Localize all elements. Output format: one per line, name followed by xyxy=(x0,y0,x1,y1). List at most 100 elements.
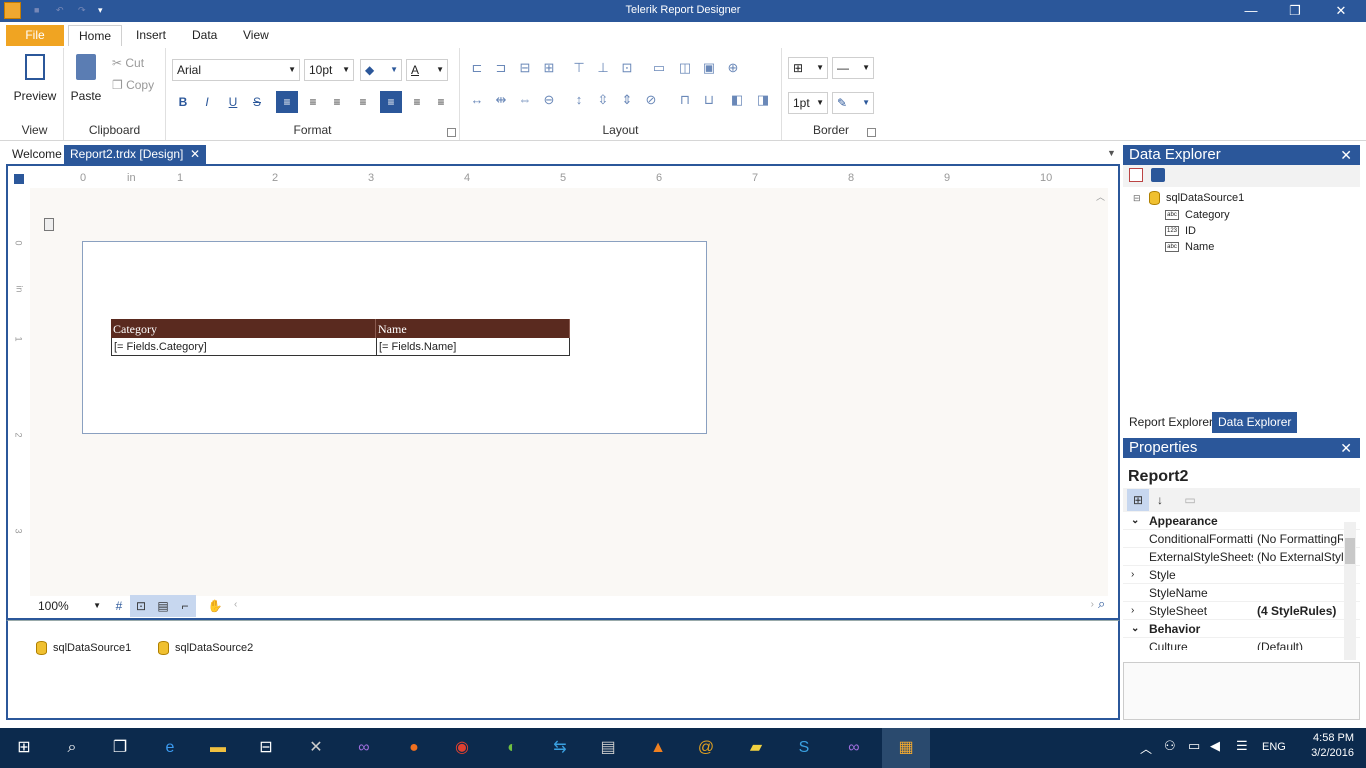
property-value[interactable]: (4 StyleRules) xyxy=(1257,602,1343,620)
edit-expressions-icon[interactable] xyxy=(1129,168,1143,182)
design-canvas[interactable]: Category Name [= Fields.Category] [= Fie… xyxy=(30,188,1108,596)
fill-color-button[interactable]: ◆ ▼ xyxy=(360,59,402,81)
bring-front-icon[interactable]: ◫ xyxy=(674,58,696,80)
tree-node-field[interactable]: 123 ID xyxy=(1165,225,1196,237)
language-indicator[interactable]: ENG xyxy=(1262,741,1286,753)
teamviewer-icon[interactable]: ⇆ xyxy=(548,736,572,760)
font-size-combo[interactable]: 10pt ▼ xyxy=(304,59,354,81)
tab-data-explorer[interactable]: Data Explorer xyxy=(1212,412,1298,433)
underline-button[interactable]: U xyxy=(222,91,244,113)
align-center-button[interactable]: ≡ xyxy=(302,91,324,113)
decrease-v-spacing-icon[interactable]: ⇕ xyxy=(616,90,638,112)
send-backward-icon[interactable]: ◨ xyxy=(752,90,774,112)
maximize-button[interactable]: ❐ xyxy=(1272,0,1318,22)
report-page[interactable]: Category Name [= Fields.Category] [= Fie… xyxy=(82,241,707,434)
tab-view[interactable]: View xyxy=(233,25,279,46)
close-button[interactable]: ✕ xyxy=(1318,0,1364,22)
property-row[interactable]: › StyleSheet (4 StyleRules) xyxy=(1123,602,1360,620)
notes-icon[interactable]: ▰ xyxy=(744,736,768,760)
border-width-combo[interactable]: 1pt ▼ xyxy=(788,92,828,114)
border-style-button[interactable]: — ▼ xyxy=(832,57,874,79)
tab-welcome[interactable]: Welcome xyxy=(6,145,68,164)
decrease-h-spacing-icon[interactable]: ⇔ xyxy=(514,90,536,112)
tree-node-datasource[interactable]: sqlDataSource1 xyxy=(1149,191,1244,205)
tab-report-explorer[interactable]: Report Explorer xyxy=(1123,412,1219,433)
close-icon[interactable]: ✕ xyxy=(1340,438,1352,458)
align-rights-icon[interactable]: ⊟ xyxy=(514,58,536,80)
table-header-cell[interactable]: Category xyxy=(111,319,376,338)
scroll-right-icon[interactable]: › xyxy=(1091,599,1094,610)
people-icon[interactable]: ⚇ xyxy=(1164,738,1176,754)
scroll-up-icon[interactable]: ︿ xyxy=(1096,190,1106,203)
align-grid-icon[interactable]: ⊡ xyxy=(616,58,638,80)
scrollbar-thumb[interactable] xyxy=(1345,538,1355,564)
categorized-icon[interactable]: ⊞ xyxy=(1127,489,1149,511)
close-icon[interactable]: ✕ xyxy=(1340,145,1352,165)
expand-chevron-icon[interactable]: › xyxy=(1131,566,1134,584)
property-value[interactable]: (No FormattingR xyxy=(1257,530,1343,548)
size-to-grid-icon[interactable]: ▭ xyxy=(648,58,670,80)
edge-icon[interactable]: e xyxy=(158,736,182,760)
snail-icon[interactable]: @ xyxy=(694,736,718,760)
italic-button[interactable]: I xyxy=(196,91,218,113)
align-centers-icon[interactable]: ⊐ xyxy=(490,58,512,80)
property-category-row[interactable]: ⌄ Behavior xyxy=(1123,620,1360,638)
align-tops-icon[interactable]: ⊞ xyxy=(538,58,560,80)
tab-file[interactable]: File xyxy=(6,25,64,46)
property-value[interactable]: (No ExternalStyle xyxy=(1257,548,1343,566)
data-source-item[interactable]: sqlDataSource1 xyxy=(36,641,131,655)
align-bottom-button[interactable]: ≡ xyxy=(430,91,452,113)
font-family-combo[interactable]: Arial ▼ xyxy=(172,59,300,81)
collapse-chevron-icon[interactable]: ⌄ xyxy=(1131,620,1139,638)
property-row[interactable]: StyleName xyxy=(1123,584,1360,602)
table-header-cell[interactable]: Name xyxy=(376,319,570,338)
property-value[interactable]: (Default) xyxy=(1257,638,1343,650)
tab-data[interactable]: Data xyxy=(182,25,227,46)
file-explorer-icon[interactable]: ▬ xyxy=(206,736,230,760)
section-icon[interactable] xyxy=(44,218,54,231)
preview-button[interactable]: Preview xyxy=(10,54,60,103)
visual-studio-icon[interactable]: ∞ xyxy=(352,736,376,760)
close-icon[interactable]: ✕ xyxy=(190,145,200,164)
select-all-icon[interactable] xyxy=(14,174,24,184)
font-color-button[interactable]: A ▼ xyxy=(406,59,448,81)
vertical-scrollbar[interactable]: ︿ xyxy=(1096,190,1106,590)
tree-node-field[interactable]: abc Category xyxy=(1165,209,1230,221)
align-middle-button[interactable]: ≡ xyxy=(406,91,428,113)
volume-icon[interactable]: ◀ xyxy=(1210,738,1220,754)
clock[interactable]: 4:58 PM 3/2/2016 xyxy=(1298,732,1354,759)
tab-home[interactable]: Home xyxy=(68,25,123,46)
borders-button[interactable]: ⊞ ▼ xyxy=(788,57,828,79)
cut-button[interactable]: ✂ Cut xyxy=(112,56,144,70)
align-right-button[interactable]: ≡ xyxy=(326,91,348,113)
collapse-chevron-icon[interactable]: ⌄ xyxy=(1131,512,1139,530)
tree-node-field[interactable]: abc Name xyxy=(1165,241,1214,253)
bring-forward-icon[interactable]: ◧ xyxy=(726,90,748,112)
remove-v-spacing-icon[interactable]: ⊘ xyxy=(640,90,662,112)
start-icon[interactable]: ⊞ xyxy=(12,736,36,760)
zoom-combo[interactable]: 100% ▼ xyxy=(34,596,104,618)
property-category-row[interactable]: ⌄ Appearance xyxy=(1123,512,1360,530)
snap-to-grid-icon[interactable]: ⊡ xyxy=(130,595,152,617)
horizontal-spacing-icon[interactable]: ↔ xyxy=(466,90,488,112)
chrome-icon[interactable]: ◉ xyxy=(450,736,474,760)
align-lefts-icon[interactable]: ⊏ xyxy=(466,58,488,80)
collapse-icon[interactable]: ⊟ xyxy=(1133,193,1141,204)
vertical-spacing-icon[interactable]: ↕ xyxy=(568,90,590,112)
increase-v-spacing-icon[interactable]: ⇳ xyxy=(592,90,614,112)
tray-up-icon[interactable]: ︿ xyxy=(1140,740,1152,757)
align-top-button[interactable]: ≡ xyxy=(380,91,402,113)
grid-icon[interactable]: # xyxy=(108,595,130,617)
property-row[interactable]: › Style xyxy=(1123,566,1360,584)
zoom-search-icon[interactable]: ⌕ xyxy=(1098,596,1105,612)
remove-h-spacing-icon[interactable]: ⊖ xyxy=(538,90,560,112)
skype-icon[interactable]: S xyxy=(792,736,816,760)
pan-hand-icon[interactable]: ✋ xyxy=(204,595,226,617)
rulers-icon[interactable]: ⌐ xyxy=(174,595,196,617)
property-pages-icon[interactable]: ▭ xyxy=(1179,489,1201,511)
task-view-icon[interactable]: ❐ xyxy=(108,736,132,760)
align-bottoms-icon[interactable]: ⊥ xyxy=(592,58,614,80)
property-grid-scrollbar[interactable] xyxy=(1344,522,1356,660)
center-in-parent-icon[interactable]: ⊕ xyxy=(722,58,744,80)
same-width-icon[interactable]: ⊓ xyxy=(674,90,696,112)
